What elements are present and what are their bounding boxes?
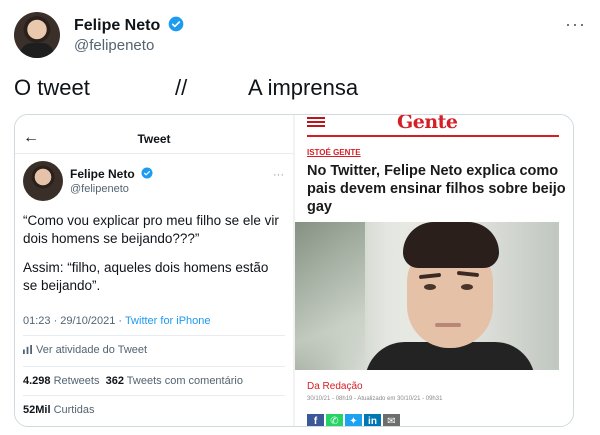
news-article-screenshot[interactable]: Gente ISTOÉ GENTE No Twitter, Felipe Net…: [295, 114, 573, 426]
author-handle: @felipeneto: [70, 183, 129, 195]
brand-logo: Gente: [397, 114, 458, 133]
verified-badge-icon: [141, 167, 153, 179]
article-dates: 30/10/21 - 08h19 - Atualizado em 30/10/2…: [307, 396, 443, 402]
tweet-source: Twitter for iPhone: [124, 315, 211, 327]
tweet-likes: 52Mil Curtidas: [23, 404, 95, 416]
menu-icon: [307, 115, 325, 127]
verified-badge-icon: [168, 16, 184, 32]
bar-chart-icon: [23, 345, 32, 354]
author-handle[interactable]: @felipeneto: [74, 37, 154, 54]
page-title: Tweet: [137, 132, 171, 146]
share-bar: f ✆ ✦ in ✉: [307, 411, 402, 426]
divider: [23, 395, 285, 396]
tweet-paragraph: Assim: “filho, aqueles dois homens estão…: [23, 260, 269, 293]
tweet-activity: Ver atividade do Tweet: [23, 344, 147, 356]
article-photo: [295, 222, 559, 370]
tweet-paragraph: “Como vou explicar pro meu filho se ele …: [23, 213, 279, 246]
tweet-text-right: A imprensa: [248, 75, 359, 100]
divider: [15, 153, 293, 154]
divider: [23, 366, 285, 367]
divider: [307, 135, 559, 137]
section-tag: ISTOÉ GENTE: [307, 148, 361, 157]
tweet-text-left: O tweet: [14, 75, 90, 100]
tweet-text-separator: //: [175, 75, 188, 100]
article-byline: Da Redação: [307, 381, 363, 392]
whatsapp-icon: ✆: [326, 414, 343, 426]
twitter-icon: ✦: [345, 414, 362, 426]
divider: [23, 335, 285, 336]
article-headline: No Twitter, Felipe Neto explica como pai…: [307, 163, 566, 215]
more-horizontal-icon[interactable]: ···: [565, 14, 586, 35]
more-horizontal-icon: ···: [273, 169, 284, 181]
avatar: [23, 161, 63, 201]
author-name[interactable]: Felipe Neto: [74, 16, 184, 35]
linkedin-icon: in: [364, 414, 381, 426]
tweet-timestamp: 01:23 · 29/10/2021 · Twitter for iPhone: [23, 315, 211, 327]
author-name: Felipe Neto: [70, 167, 153, 181]
email-icon: ✉: [383, 414, 400, 426]
embedded-tweet-screenshot[interactable]: ← Tweet Felipe Neto @felipeneto ··· “Com…: [15, 115, 293, 426]
tweet-header: Felipe Neto @felipeneto ···: [14, 12, 586, 60]
tweet-stats: 4.298 Retweets 362 Tweets com comentário: [23, 375, 243, 387]
avatar[interactable]: [14, 12, 60, 58]
facebook-icon: f: [307, 414, 324, 426]
tweet-media-card[interactable]: ← Tweet Felipe Neto @felipeneto ··· “Com…: [14, 114, 574, 427]
